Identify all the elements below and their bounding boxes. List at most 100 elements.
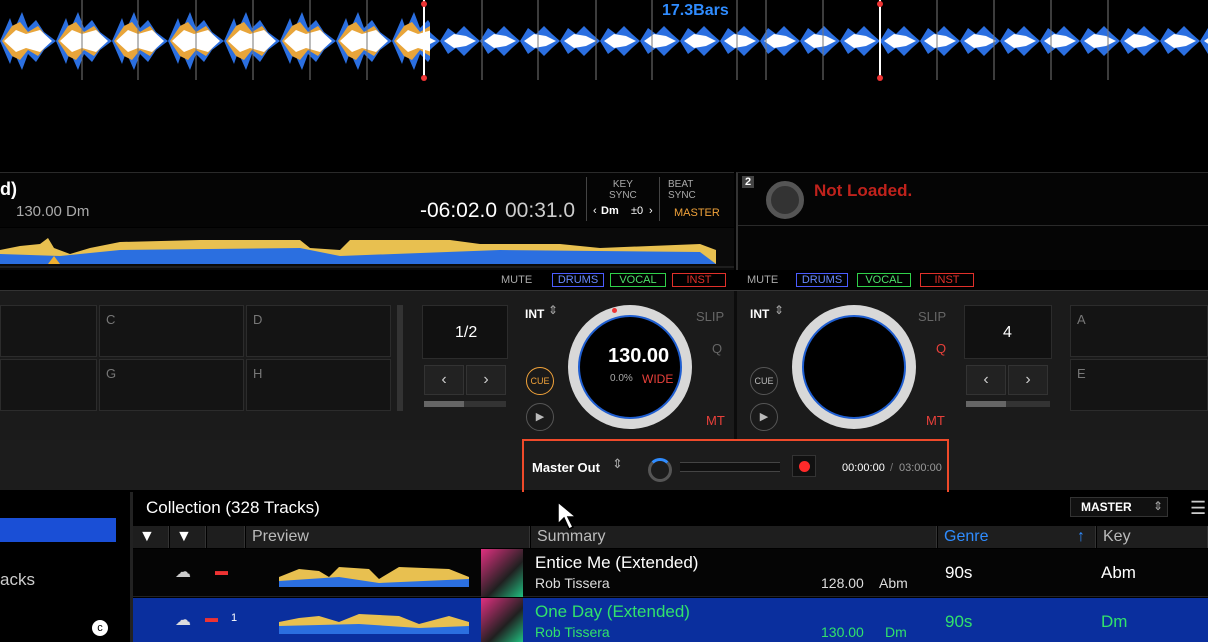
column-preview[interactable]: Preview bbox=[246, 526, 530, 548]
cloud-off-icon[interactable]: ☁ bbox=[175, 610, 191, 630]
deck1-cue-label: CUE bbox=[530, 376, 550, 386]
output-updown-icon: ⇕ bbox=[1153, 499, 1164, 513]
deck2-int-label[interactable]: INT bbox=[750, 307, 769, 321]
pad-c[interactable]: C bbox=[99, 305, 244, 357]
pad-g[interactable]: G bbox=[99, 359, 244, 411]
deck2-slip-label[interactable]: SLIP bbox=[918, 309, 946, 324]
deck2-vocal-button[interactable]: VOCAL bbox=[857, 273, 911, 287]
sidebar-item-label[interactable]: acks bbox=[0, 570, 35, 590]
deck1-loop-slider[interactable] bbox=[424, 401, 506, 407]
table-row[interactable]: ☁ ▬ Entice Me (Extended) Rob Tissera 128… bbox=[133, 549, 1208, 597]
deck2-loop-value: 4 bbox=[1003, 324, 1012, 341]
deck1-int-updown-icon[interactable]: ⇕ bbox=[548, 303, 558, 317]
icon-column[interactable] bbox=[207, 526, 245, 548]
track-key-small: Dm bbox=[885, 624, 907, 640]
deck2-play-button[interactable]: ▶ bbox=[750, 403, 778, 431]
pad-e[interactable]: E bbox=[1070, 359, 1208, 411]
key-chevron-right-icon[interactable]: › bbox=[649, 205, 653, 217]
cloud-off-icon[interactable]: ☁ bbox=[175, 562, 191, 582]
pad-blank-2[interactable] bbox=[0, 359, 97, 411]
deck1-waveform-graphic bbox=[0, 238, 734, 268]
deck1-loop-value: 1/2 bbox=[455, 324, 478, 341]
deck2-loop-box[interactable]: 4 bbox=[964, 305, 1052, 359]
filter-icon-1: ▼ bbox=[139, 528, 155, 545]
preview-waveform[interactable] bbox=[279, 557, 471, 589]
deck1-track-waveform[interactable] bbox=[0, 228, 734, 270]
recorder-source-updown-icon[interactable]: ⇕ bbox=[612, 456, 623, 472]
deck2-mute-label: MUTE bbox=[747, 274, 779, 286]
deck1-loop-next-button[interactable]: › bbox=[466, 365, 506, 395]
deck1-inst-button[interactable]: INST bbox=[672, 273, 726, 287]
track-genre: 90s bbox=[945, 612, 973, 631]
deck2-inst-button[interactable]: INST bbox=[920, 273, 974, 287]
master-label[interactable]: MASTER bbox=[674, 207, 720, 219]
deck1-slip-label[interactable]: SLIP bbox=[696, 309, 724, 324]
deck1-jog-range[interactable]: WIDE bbox=[642, 372, 673, 386]
deck1-track-title: d) bbox=[0, 179, 17, 199]
key-offset: ±0 bbox=[631, 205, 644, 217]
beat-sync-block[interactable]: BEAT SYNC MASTER bbox=[659, 177, 733, 221]
pad-blank-1[interactable] bbox=[0, 305, 97, 357]
track-key: Abm bbox=[1101, 563, 1136, 582]
deck2-loop-next-button[interactable]: › bbox=[1008, 365, 1048, 395]
deck2-drums-button[interactable]: DRUMS bbox=[796, 273, 848, 287]
deck1-q-label[interactable]: Q bbox=[712, 341, 722, 356]
disc-icon bbox=[766, 181, 804, 219]
pad-c-label: C bbox=[106, 312, 116, 327]
deck2-mt-label[interactable]: MT bbox=[926, 413, 945, 428]
mouse-cursor-icon bbox=[557, 500, 579, 531]
deck2-cue-button[interactable]: CUE bbox=[750, 367, 778, 395]
deck2-loop-prev-button[interactable]: ‹ bbox=[966, 365, 1006, 395]
column-genre[interactable]: Genre ↑ bbox=[938, 526, 1096, 548]
deck1-vocal-button[interactable]: VOCAL bbox=[610, 273, 666, 287]
deck2-loop-slider[interactable] bbox=[966, 401, 1050, 407]
deck1-jog-bpm: 130.00 bbox=[608, 345, 670, 367]
collection-title: Collection (328 Tracks) bbox=[146, 498, 320, 517]
column-summary[interactable]: Summary bbox=[531, 526, 937, 548]
deck2-int-updown-icon[interactable]: ⇕ bbox=[774, 303, 784, 317]
column-key[interactable]: Key bbox=[1097, 526, 1208, 548]
deck1-play-button[interactable]: ▶ bbox=[526, 403, 554, 431]
deck2-q-label[interactable]: Q bbox=[936, 341, 946, 356]
record-button[interactable] bbox=[792, 455, 816, 477]
deck1-header: d) 130.00 Dm -06:02.0 00:31.0 KEY SYNC ‹… bbox=[0, 172, 734, 227]
pad-e-label: E bbox=[1077, 366, 1086, 381]
pad-h[interactable]: H bbox=[246, 359, 391, 411]
recorder-gain-knob[interactable] bbox=[648, 458, 672, 482]
recorder-level-meter bbox=[680, 462, 780, 472]
filter-column-2[interactable]: ▼ bbox=[170, 526, 206, 548]
output-select-value: MASTER bbox=[1081, 500, 1132, 514]
table-row-selected[interactable]: ☁ ▬ 1 One Day (Extended) Rob Tissera 130… bbox=[133, 598, 1208, 642]
deck1-jog-center: 130.00 0.0% WIDE bbox=[578, 315, 682, 419]
cue-points-icon: ▬ bbox=[215, 563, 228, 578]
track-artist: Rob Tissera bbox=[535, 624, 610, 640]
output-select[interactable]: MASTER ⇕ bbox=[1070, 497, 1168, 517]
cue-points-icon: ▬ bbox=[205, 610, 218, 625]
recorder-time-elapsed: 00:00:00 bbox=[842, 462, 885, 474]
deck1-loop-prev-button[interactable]: ‹ bbox=[424, 365, 464, 395]
column-genre-label: Genre bbox=[944, 528, 989, 545]
pad-a[interactable]: A bbox=[1070, 305, 1208, 357]
deck1-mt-label[interactable]: MT bbox=[706, 413, 725, 428]
key-chevron-left-icon[interactable]: ‹ bbox=[593, 205, 597, 217]
track-genre: 90s bbox=[945, 563, 973, 582]
sidebar-selected-item[interactable] bbox=[0, 518, 116, 542]
deck1-jog-wheel[interactable]: 130.00 0.0% WIDE bbox=[568, 305, 692, 429]
pad-scrollbar[interactable] bbox=[397, 305, 403, 411]
overview-waveform[interactable] bbox=[0, 0, 1208, 82]
filter-column-1[interactable]: ▼ bbox=[133, 526, 169, 548]
recorder-source[interactable]: Master Out bbox=[532, 460, 600, 475]
preview-waveform[interactable] bbox=[279, 604, 471, 636]
list-view-icon[interactable]: ☰ bbox=[1190, 498, 1206, 519]
record-dot-icon bbox=[799, 461, 810, 472]
deck1-int-label[interactable]: INT bbox=[525, 307, 544, 321]
recorder-time-separator: / bbox=[890, 462, 894, 474]
deck1-loop-box[interactable]: 1/2 bbox=[422, 305, 508, 359]
deck1-cue-button[interactable]: CUE bbox=[526, 367, 554, 395]
track-key: Dm bbox=[1101, 612, 1128, 631]
sidebar-item-icon: c bbox=[92, 620, 108, 636]
key-sync-block[interactable]: KEY SYNC ‹ Dm ±0 › bbox=[586, 177, 656, 221]
deck1-drums-button[interactable]: DRUMS bbox=[552, 273, 604, 287]
deck2-jog-wheel[interactable] bbox=[792, 305, 916, 429]
pad-d[interactable]: D bbox=[246, 305, 391, 357]
